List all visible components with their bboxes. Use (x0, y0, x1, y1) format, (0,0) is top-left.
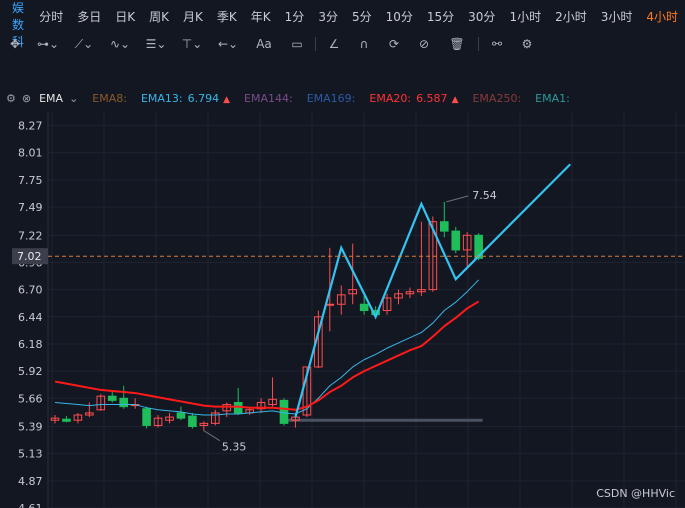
trend-up-icon: ▲ (451, 94, 459, 105)
tab-timeframe[interactable]: 3分 (311, 8, 345, 25)
indicator-legend: ⚙ ⊗ EMA ⌄ EMA8: EMA13: 6.794 ▲ EMA144: EMA169… (0, 88, 685, 108)
vertical-line-icon[interactable]: ⊤⌄ (174, 37, 210, 51)
indicator-settings-icon[interactable]: ⚙ (6, 92, 16, 105)
legend-item: EMA1: (535, 92, 570, 105)
tab-timeframe[interactable]: 1小时 (502, 8, 548, 25)
legend-label: EMA169: (306, 91, 356, 105)
candle-body (440, 221, 449, 232)
tab-timeframe[interactable]: 分时 (32, 8, 70, 25)
watermark: CSDN @HHVic (596, 487, 675, 500)
wave-line-icon[interactable]: ∿⌄ (102, 37, 138, 51)
y-tick-label: 5.92 (18, 365, 43, 378)
legend-label: EMA1: (535, 91, 570, 105)
legend-item: EMA20: 6.587 ▲ (369, 92, 458, 105)
tab-timeframe[interactable]: 周K (142, 8, 176, 25)
link-icon[interactable]: ⚯ (482, 37, 512, 51)
sync-icon[interactable]: ⟳ (379, 37, 409, 51)
hide-icon[interactable]: ⊘ (409, 37, 439, 51)
tab-timeframe[interactable]: 多日 (70, 8, 108, 25)
y-tick-label: 6.44 (18, 311, 43, 324)
drawing-toolbar: ✥ ⊶⌄ ⟋⌄ ∿⌄ ☰⌄ ⊤⌄ ←⌄ Aa ▭ ∠ ∩ ⟳ ⊘ 🗑 ⚯ ⚙ (0, 32, 685, 56)
trend-up-icon: ▲ (223, 94, 231, 105)
y-tick-label: 7.49 (18, 201, 43, 214)
low-annotation-line (203, 430, 221, 442)
toolbar-divider (478, 37, 479, 51)
tab-timeframe[interactable]: 季K (210, 8, 244, 25)
crosshair-icon[interactable]: ✥ (0, 37, 30, 51)
legend-item: EMA250: (472, 92, 521, 105)
tab-timeframe[interactable]: 10分 (379, 8, 420, 25)
candlestick-chart[interactable]: 8.278.017.757.497.226.966.706.446.185.92… (0, 112, 685, 508)
current-price-label: 7.02 (17, 250, 42, 263)
y-tick-label: 6.70 (18, 284, 43, 297)
settings-icon[interactable]: ⚙ (512, 37, 542, 51)
legend-label: EMA144: (244, 91, 293, 105)
indicator-dropdown-icon[interactable]: ⌄ (69, 92, 78, 105)
y-tick-label: 8.27 (18, 120, 43, 133)
tab-timeframe[interactable]: 15分 (420, 8, 461, 25)
legend-item: EMA169: (307, 92, 356, 105)
arrow-icon[interactable]: ←⌄ (210, 37, 246, 51)
legend-value: 6.794 (187, 91, 220, 105)
text-icon[interactable]: Aa (246, 37, 282, 51)
candle-body (325, 303, 335, 306)
tab-timeframe[interactable]: 2小时 (548, 8, 594, 25)
candle-body (451, 230, 461, 251)
tab-timeframe[interactable]: 30分 (461, 8, 502, 25)
pen-icon[interactable]: ∠ (319, 37, 349, 51)
legend-item: EMA144: (244, 92, 293, 105)
indicator-close-icon[interactable]: ⊗ (22, 92, 31, 105)
legend-label: EMA13: (140, 91, 183, 105)
tab-timeframe[interactable]: 3小时 (594, 8, 640, 25)
low-price-label: 5.35 (222, 441, 247, 454)
y-tick-label: 7.22 (18, 229, 43, 242)
tab-timeframe[interactable]: 4小时 (639, 8, 685, 25)
candle-body (359, 303, 369, 312)
y-tick-label: 5.39 (18, 421, 43, 434)
tab-timeframe[interactable]: 年K (244, 8, 278, 25)
channel-icon[interactable]: ☰⌄ (138, 37, 174, 51)
legend-item: EMA8: (92, 92, 127, 105)
high-annotation-line (446, 195, 469, 203)
comment-icon[interactable]: ▭ (282, 37, 312, 51)
tab-timeframe[interactable]: 5分 (345, 8, 379, 25)
indicator-name[interactable]: EMA (39, 92, 63, 105)
legend-label: EMA250: (472, 91, 522, 105)
y-tick-label: 7.75 (18, 174, 43, 187)
segment-line-icon[interactable]: ⊶⌄ (30, 37, 66, 51)
candle-body (119, 397, 129, 408)
y-tick-label: 4.87 (18, 475, 43, 488)
legend-label: EMA20: (369, 91, 412, 105)
legend-item: EMA13: 6.794 ▲ (141, 92, 230, 105)
legend-value: 6.587 (416, 91, 448, 105)
candle-body (188, 415, 197, 428)
tab-timeframe[interactable]: 1分 (278, 8, 312, 25)
high-price-label: 7.54 (472, 189, 497, 202)
y-tick-label: 8.01 (18, 147, 43, 160)
toolbar-divider (315, 37, 316, 51)
candle-body (107, 395, 117, 401)
timeframe-bar: 天娱数科 分时多日日K周K月K季K年K1分3分5分10分15分30分1小时2小时… (0, 0, 685, 49)
y-tick-label: 6.18 (18, 338, 43, 351)
ema20-line (54, 300, 480, 411)
candle-body (279, 399, 289, 424)
tab-timeframe[interactable]: 日K (108, 8, 142, 25)
polyline-icon[interactable]: ⟋⌄ (66, 37, 102, 52)
y-tick-label: 5.66 (18, 392, 43, 405)
y-tick-label: 5.13 (18, 448, 43, 461)
candle-body (176, 412, 186, 419)
legend-label: EMA8: (92, 91, 127, 105)
delete-icon[interactable]: 🗑 (439, 37, 475, 51)
magnet-icon[interactable]: ∩ (349, 37, 379, 51)
y-tick-label: 4.61 (18, 502, 43, 508)
candle-body (62, 418, 71, 422)
tab-timeframe[interactable]: 月K (176, 8, 210, 25)
candle-body (142, 408, 151, 426)
